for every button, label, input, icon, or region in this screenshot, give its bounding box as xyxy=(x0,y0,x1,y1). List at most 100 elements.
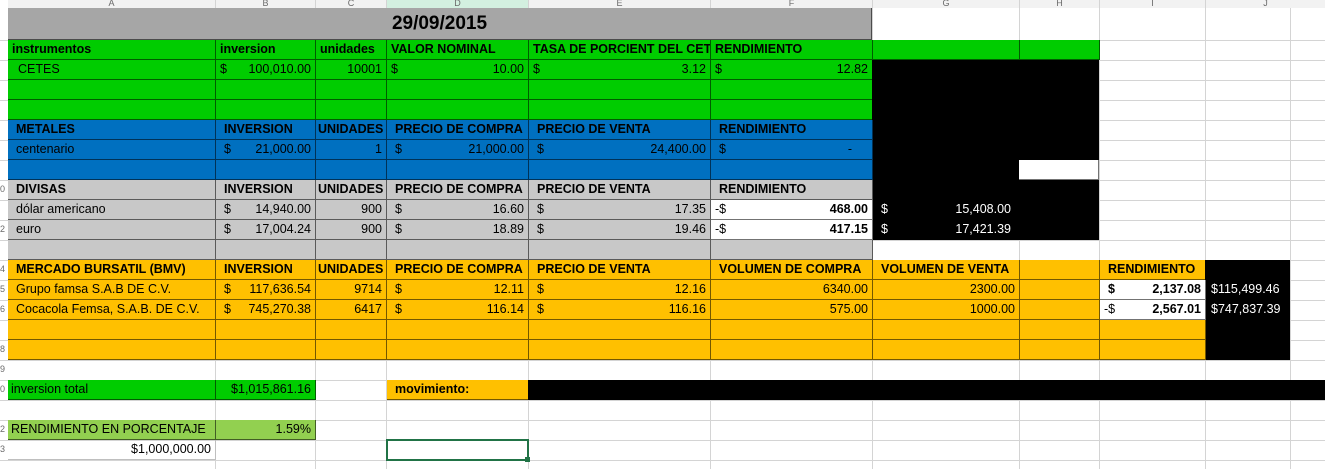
orange-cell[interactable] xyxy=(711,340,873,360)
selected-cell[interactable] xyxy=(386,439,529,461)
bmv-precio-venta[interactable]: $12.16 xyxy=(529,280,711,300)
cetes-header-unidades[interactable]: unidades xyxy=(316,40,387,60)
column-header-h[interactable]: H xyxy=(1020,0,1100,8)
bmv-name[interactable]: Cocacola Femsa, S.A.B. DE C.V. xyxy=(8,300,216,320)
blue-cell[interactable] xyxy=(711,160,873,180)
blue-cell[interactable] xyxy=(316,160,387,180)
divisas-header-precio-compra[interactable]: PRECIO DE COMPRA xyxy=(387,180,529,200)
metales-header-rendimiento[interactable]: RENDIMIENTO xyxy=(711,120,873,140)
orange-cell[interactable] xyxy=(1020,320,1100,340)
divisas-name[interactable]: euro xyxy=(8,220,216,240)
divisas-precio-venta[interactable]: $19.46 xyxy=(529,220,711,240)
metales-header-metales[interactable]: METALES xyxy=(8,120,216,140)
orange-cell[interactable] xyxy=(1020,260,1100,280)
divisas-header-divisas[interactable]: DIVISAS xyxy=(8,180,216,200)
green-cell[interactable] xyxy=(216,80,316,100)
blue-cell[interactable] xyxy=(216,160,316,180)
bmv-header-inversion[interactable]: INVERSION xyxy=(216,260,316,280)
orange-cell[interactable] xyxy=(216,340,316,360)
divisas-total[interactable]: $15,408.00 xyxy=(873,200,1019,220)
metales-name[interactable]: centenario xyxy=(8,140,216,160)
row-number[interactable]: 8 xyxy=(0,344,8,354)
metales-header-unidades[interactable]: UNIDADES xyxy=(316,120,387,140)
bmv-header-mercado[interactable]: MERCADO BURSATIL (BMV) xyxy=(8,260,216,280)
gray-cell[interactable] xyxy=(216,240,316,260)
bmv-header-unidades[interactable]: UNIDADES xyxy=(316,260,387,280)
date-title[interactable]: 29/09/2015 xyxy=(8,8,872,40)
bmv-volumen-compra[interactable]: 575.00 xyxy=(711,300,873,320)
green-cell[interactable] xyxy=(216,100,316,120)
divisas-total[interactable]: $17,421.39 xyxy=(873,220,1019,240)
cetes-header-instrumentos[interactable]: instrumentos xyxy=(8,40,216,60)
orange-cell[interactable] xyxy=(216,320,316,340)
blue-cell[interactable] xyxy=(529,160,711,180)
inversion-total-value[interactable]: $1,015,861.16 xyxy=(216,380,316,400)
bmv-header-volumen-venta[interactable]: VOLUMEN DE VENTA xyxy=(873,260,1020,280)
orange-cell[interactable] xyxy=(316,320,387,340)
orange-cell[interactable] xyxy=(1020,300,1100,320)
bmv-volumen-venta[interactable]: 1000.00 xyxy=(873,300,1020,320)
bmv-precio-venta[interactable]: $116.16 xyxy=(529,300,711,320)
gray-cell[interactable] xyxy=(711,240,873,260)
orange-cell[interactable] xyxy=(873,320,1020,340)
green-cell[interactable] xyxy=(8,80,216,100)
bmv-unidades[interactable]: 9714 xyxy=(316,280,387,300)
bmv-header-precio-compra[interactable]: PRECIO DE COMPRA xyxy=(387,260,529,280)
green-cell[interactable] xyxy=(316,100,387,120)
bmv-rendimiento[interactable]: $2,137.08 xyxy=(1100,280,1206,300)
white-cell[interactable] xyxy=(1019,160,1099,180)
cetes-name[interactable]: CETES xyxy=(8,60,216,80)
row-number[interactable]: 4 xyxy=(0,264,8,274)
divisas-header-rendimiento[interactable]: RENDIMIENTO xyxy=(711,180,873,200)
orange-cell[interactable] xyxy=(529,340,711,360)
gray-cell[interactable] xyxy=(316,240,387,260)
green-cell[interactable] xyxy=(316,80,387,100)
metales-header-precio-compra[interactable]: PRECIO DE COMPRA xyxy=(387,120,529,140)
green-cell[interactable] xyxy=(873,40,1020,60)
metales-header-precio-venta[interactable]: PRECIO DE VENTA xyxy=(529,120,711,140)
cetes-unidades[interactable]: 10001 xyxy=(316,60,387,80)
orange-cell[interactable] xyxy=(529,320,711,340)
metales-header-inversion[interactable]: INVERSION xyxy=(216,120,316,140)
bmv-inversion[interactable]: $745,270.38 xyxy=(216,300,316,320)
column-header-a[interactable]: A xyxy=(8,0,216,8)
orange-cell[interactable] xyxy=(8,320,216,340)
cetes-valor-nominal[interactable]: $10.00 xyxy=(387,60,529,80)
column-header-e[interactable]: E xyxy=(529,0,711,8)
orange-cell[interactable] xyxy=(1100,320,1206,340)
metales-precio-venta[interactable]: $24,400.00 xyxy=(529,140,711,160)
column-header-f[interactable]: F xyxy=(711,0,873,8)
black-fill-block[interactable] xyxy=(872,60,1099,160)
divisas-header-unidades[interactable]: UNIDADES xyxy=(316,180,387,200)
green-cell[interactable] xyxy=(711,80,873,100)
base-value[interactable]: $1,000,000.00 xyxy=(8,440,216,460)
divisas-rendimiento[interactable]: -$ 468.00 xyxy=(711,200,873,220)
gray-cell[interactable] xyxy=(387,240,529,260)
green-cell[interactable] xyxy=(711,100,873,120)
metales-rendimiento[interactable]: $ - xyxy=(711,140,873,160)
bmv-header-precio-venta[interactable]: PRECIO DE VENTA xyxy=(529,260,711,280)
orange-cell[interactable] xyxy=(316,340,387,360)
inversion-total-label[interactable]: inversion total xyxy=(8,380,216,400)
bmv-precio-compra[interactable]: $116.14 xyxy=(387,300,529,320)
row-number[interactable]: 2 xyxy=(0,224,8,234)
bmv-name[interactable]: Grupo famsa S.A.B DE C.V. xyxy=(8,280,216,300)
cetes-rendimiento[interactable]: $12.82 xyxy=(711,60,873,80)
row-number[interactable]: 3 xyxy=(0,444,8,454)
bmv-total[interactable]: $115,499.46 xyxy=(1206,280,1290,300)
bmv-unidades[interactable]: 6417 xyxy=(316,300,387,320)
bmv-header-volumen-compra[interactable]: VOLUMEN DE COMPRA xyxy=(711,260,873,280)
cetes-header-tasa[interactable]: TASA DE PORCIENT DEL CETE xyxy=(529,40,711,60)
column-header-b[interactable]: B xyxy=(216,0,316,8)
green-cell[interactable] xyxy=(8,100,216,120)
column-header-c[interactable]: C xyxy=(316,0,387,8)
divisas-unidades[interactable]: 900 xyxy=(316,220,387,240)
row-number[interactable]: 0 xyxy=(0,384,8,394)
divisas-inversion[interactable]: $14,940.00 xyxy=(216,200,316,220)
bmv-rendimiento[interactable]: -$ 2,567.01 xyxy=(1100,300,1206,320)
divisas-precio-venta[interactable]: $17.35 xyxy=(529,200,711,220)
green-cell[interactable] xyxy=(529,100,711,120)
blue-cell[interactable] xyxy=(387,160,529,180)
fill-handle[interactable] xyxy=(525,457,530,462)
cetes-inversion[interactable]: $100,010.00 xyxy=(216,60,316,80)
